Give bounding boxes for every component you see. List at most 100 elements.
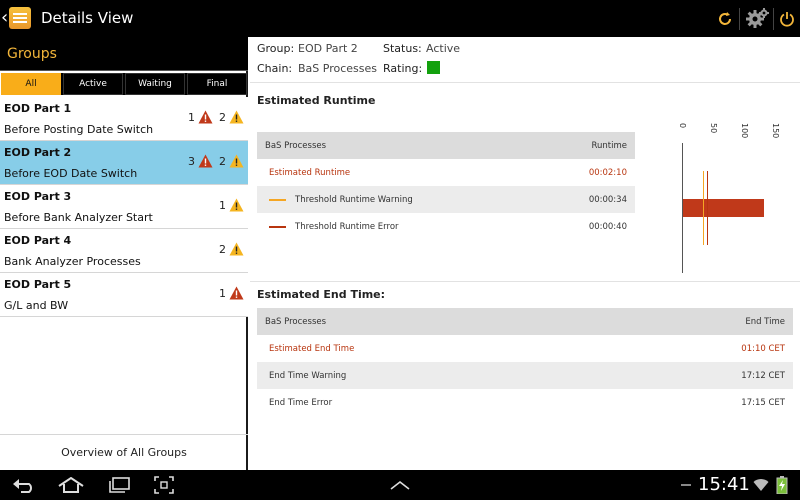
up-chevron-icon: [390, 480, 410, 490]
recent-apps-icon: [109, 477, 130, 493]
group-item-description: G/L and BW: [4, 299, 69, 312]
overview-all-groups-link[interactable]: Overview of All Groups: [0, 446, 248, 459]
group-item-alerts: 3 2: [182, 154, 244, 168]
column-header: BaS Processes: [265, 141, 327, 151]
status-label: Status:: [383, 42, 422, 55]
warning-alert: 2: [219, 110, 244, 124]
back-button[interactable]: [12, 475, 38, 495]
warning-count: 2: [219, 110, 226, 124]
clock: 15:41: [698, 474, 750, 495]
groups-header: Groups: [0, 37, 248, 70]
details-panel: Group: EOD Part 2 Status: Active Chain: …: [250, 37, 800, 470]
warning-alert: 2: [219, 242, 244, 256]
divider: [0, 434, 248, 435]
warning-icon: [229, 154, 244, 168]
group-item-alerts: 2: [213, 242, 244, 256]
axis-tick-label: 0: [678, 123, 687, 129]
group-filter-tabs: All Active Waiting Final: [1, 73, 247, 95]
gear-icon: [746, 8, 769, 28]
table-row: End Time Warning 17:12 CET: [257, 362, 793, 389]
page-title: Details View: [41, 9, 134, 27]
status-value: Active: [426, 42, 461, 55]
separator: [773, 8, 774, 30]
endtime-table: BaS Processes End Time Estimated End Tim…: [257, 308, 793, 416]
group-label: Group:: [257, 42, 295, 55]
back-chevron-icon: ‹: [1, 7, 9, 28]
error-warning-icon: [198, 110, 213, 124]
warning-alert: 1: [219, 198, 244, 212]
rating-label: Rating:: [383, 62, 423, 75]
warning-count: 2: [219, 242, 226, 256]
group-item-name: EOD Part 5: [4, 278, 72, 291]
row-value: 01:10 CET: [741, 344, 785, 354]
warning-legend-swatch: [269, 199, 286, 201]
group-item-description: Before Bank Analyzer Start: [4, 211, 153, 224]
screenshot-button[interactable]: [152, 475, 176, 495]
divider: [250, 82, 800, 83]
group-item-name: EOD Part 4: [4, 234, 72, 247]
column-header: Runtime: [591, 141, 627, 151]
axis-tick-label: 100: [740, 123, 749, 139]
error-warning-icon: [198, 154, 213, 168]
row-value: 17:15 CET: [741, 398, 785, 408]
group-item-eod-part-4[interactable]: EOD Part 4 Bank Analyzer Processes 2: [0, 229, 248, 273]
row-value: 00:02:10: [588, 168, 627, 178]
warning-count: 2: [219, 154, 226, 168]
battery-icon: [776, 476, 788, 494]
row-value: 00:00:34: [588, 195, 627, 205]
warning-icon: [229, 242, 244, 256]
groups-title: Groups: [7, 46, 57, 62]
row-label: Estimated End Time: [269, 344, 355, 354]
table-header: BaS Processes End Time: [257, 308, 793, 335]
app-root: ‹ Details View Groups All Active Waiting…: [0, 0, 800, 500]
table-row: Estimated Runtime 00:02:10: [257, 159, 635, 186]
axis-tick-label: 150: [771, 123, 780, 139]
runtime-table: BaS Processes Runtime Estimated Runtime …: [257, 132, 635, 240]
error-count: 3: [188, 154, 195, 168]
row-label: Threshold Runtime Warning: [295, 195, 413, 205]
runtime-section-title: Estimated Runtime: [257, 94, 376, 107]
group-list: EOD Part 1 Before Posting Date Switch 1 …: [0, 97, 248, 317]
divider: [250, 281, 800, 282]
error-warning-icon: [229, 286, 244, 300]
threshold-line: [703, 171, 705, 245]
rating-indicator: [427, 61, 440, 74]
app-home-button[interactable]: ‹: [0, 6, 36, 32]
power-button[interactable]: [775, 4, 799, 34]
settings-button[interactable]: [741, 4, 773, 34]
group-item-description: Before Posting Date Switch: [4, 123, 154, 136]
notification-indicator: [680, 475, 692, 495]
table-row: Threshold Runtime Error 00:00:40: [257, 213, 635, 240]
chain-value: BaS Processes: [298, 62, 377, 75]
tab-final[interactable]: Final: [187, 73, 247, 95]
row-label: End Time Error: [269, 398, 333, 408]
table-row: Threshold Runtime Warning 00:00:34: [257, 186, 635, 213]
row-label: Threshold Runtime Error: [295, 222, 399, 232]
tab-waiting[interactable]: Waiting: [125, 73, 185, 95]
row-value: 00:00:40: [588, 222, 627, 232]
error-count: 1: [188, 110, 195, 124]
notification-handle[interactable]: [388, 475, 412, 495]
column-header: End Time: [745, 317, 785, 327]
back-icon: [13, 479, 32, 493]
group-item-eod-part-2[interactable]: EOD Part 2 Before EOD Date Switch 3 2: [0, 141, 248, 185]
groups-panel: Groups All Active Waiting Final EOD Part…: [0, 37, 248, 470]
group-item-eod-part-3[interactable]: EOD Part 3 Before Bank Analyzer Start 1: [0, 185, 248, 229]
column-header: BaS Processes: [265, 317, 327, 327]
row-label: End Time Warning: [269, 371, 347, 381]
row-label: Estimated Runtime: [269, 168, 351, 178]
home-button[interactable]: [57, 475, 85, 495]
table-row: End Time Error 17:15 CET: [257, 389, 793, 416]
group-item-eod-part-1[interactable]: EOD Part 1 Before Posting Date Switch 1 …: [0, 97, 248, 141]
chart-bar: [683, 199, 764, 217]
tab-active[interactable]: Active: [63, 73, 123, 95]
group-item-name: EOD Part 2: [4, 146, 72, 159]
power-icon: [780, 12, 794, 27]
warning-count: 1: [219, 198, 226, 212]
refresh-button[interactable]: [713, 4, 737, 34]
group-item-eod-part-5[interactable]: EOD Part 5 G/L and BW 1: [0, 273, 248, 317]
recent-apps-button[interactable]: [106, 475, 132, 495]
refresh-icon: [719, 12, 731, 25]
tab-all[interactable]: All: [1, 73, 61, 95]
endtime-section-title: Estimated End Time:: [257, 288, 386, 301]
